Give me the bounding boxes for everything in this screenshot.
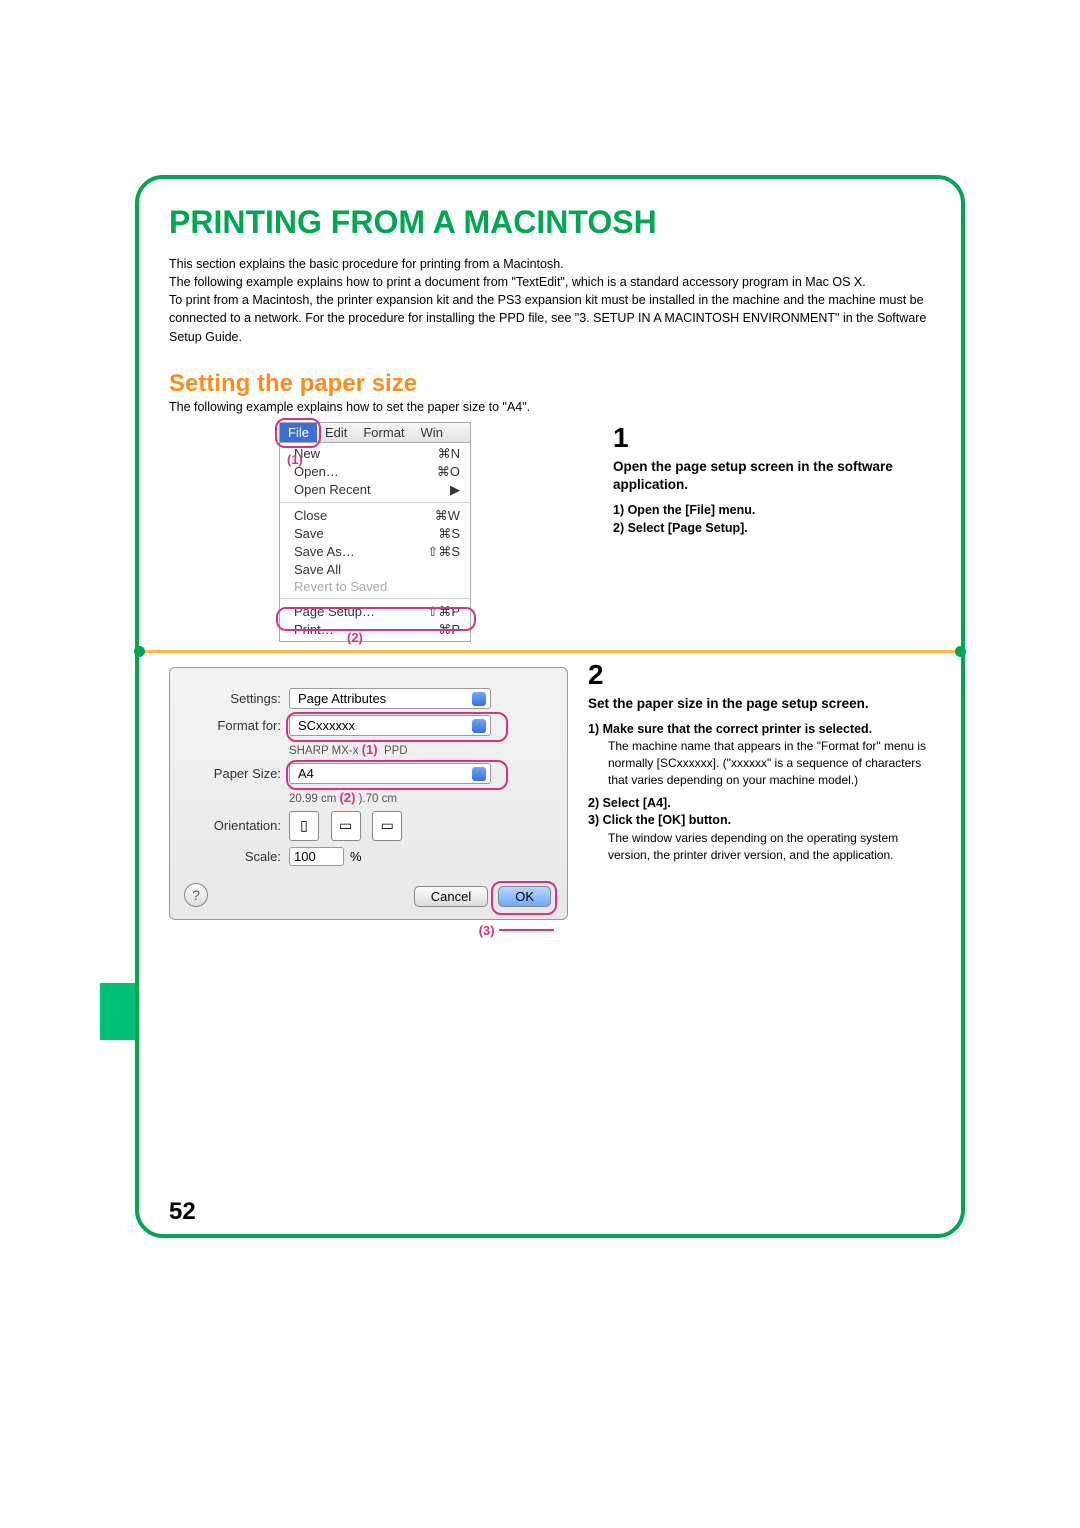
step1-line2: 2) Select [Page Setup]. [613,520,931,538]
ps-papersize-value: A4 [289,763,491,784]
file-menu-screenshot: File Edit Format Win New⌘N Open…⌘O Open … [279,422,589,642]
orient-landscape-icon: ▭ [331,811,361,841]
step2-item1: 1) Make sure that the correct printer is… [588,721,931,739]
ok-button: OK [498,886,551,907]
page-setup-screenshot: Settings: Page Attributes Format for: SC… [169,667,568,920]
page-frame: PRINTING FROM A MACINTOSH This section e… [135,175,965,1238]
mi-saveas: Save As… [294,544,355,560]
menu-edit: Edit [317,423,355,442]
ps-scale-pct: % [350,849,362,864]
orient-portrait-icon: ▯ [289,811,319,841]
ps-papersize-label: Paper Size: [186,766,289,781]
menu-format: Format [355,423,412,442]
mi-revert: Revert to Saved [294,579,387,594]
section-sub: The following example explains how to se… [169,400,931,414]
menu-file: File [280,423,317,442]
ps-dims-b: ).70 cm [359,793,397,805]
step2-note1: The machine name that appears in the "Fo… [608,738,931,788]
side-tab [100,983,135,1040]
mi-save: Save [294,526,324,542]
ps-marker-2: (2) [340,790,356,805]
ps-formatfor-value: SCxxxxxx [289,715,491,736]
help-icon: ? [184,883,208,907]
cancel-button: Cancel [414,886,488,907]
section-heading: Setting the paper size [169,370,931,398]
step2-item3: 3) Click the [OK] button. [588,812,931,830]
ps-settings-value: Page Attributes [289,688,491,709]
step1-num: 1 [613,422,931,454]
ps-settings-label: Settings: [186,691,289,706]
step2-heading: Set the paper size in the page setup scr… [588,695,931,713]
ps-dims-a: 20.99 cm [289,793,336,805]
marker-1: (1) [287,452,303,467]
ps-marker-1: (1) [362,742,378,757]
page-title: PRINTING FROM A MACINTOSH [169,204,931,241]
step2-item2: 2) Select [A4]. [588,795,931,813]
mi-saveall: Save All [294,562,341,577]
mi-print: Print… [294,622,334,638]
menu-win: Win [413,423,451,442]
step1-line1: 1) Open the [File] menu. [613,502,931,520]
marker-2: (2) [347,630,363,645]
mi-openrecent: Open Recent [294,482,371,498]
ps-formatfor-sub: SHARP MX-x [289,745,358,757]
step1-heading: Open the page setup screen in the softwa… [613,458,931,494]
ps-formatfor-label: Format for: [186,718,289,733]
ps-scale-label: Scale: [186,849,289,864]
page-number: 52 [169,1198,196,1226]
step-divider [139,650,961,653]
intro-text: This section explains the basic procedur… [169,255,931,346]
mi-pagesetup: Page Setup… [294,604,375,620]
ps-orientation-label: Orientation: [186,818,289,833]
step2-num: 2 [588,659,931,691]
ps-scale-value: 100 [289,847,344,866]
orient-landscape-rev-icon: ▭ [372,811,402,841]
ps-marker-3: (3) [479,923,495,938]
mi-close: Close [294,508,327,524]
step2-note3: The window varies depending on the opera… [608,830,931,864]
